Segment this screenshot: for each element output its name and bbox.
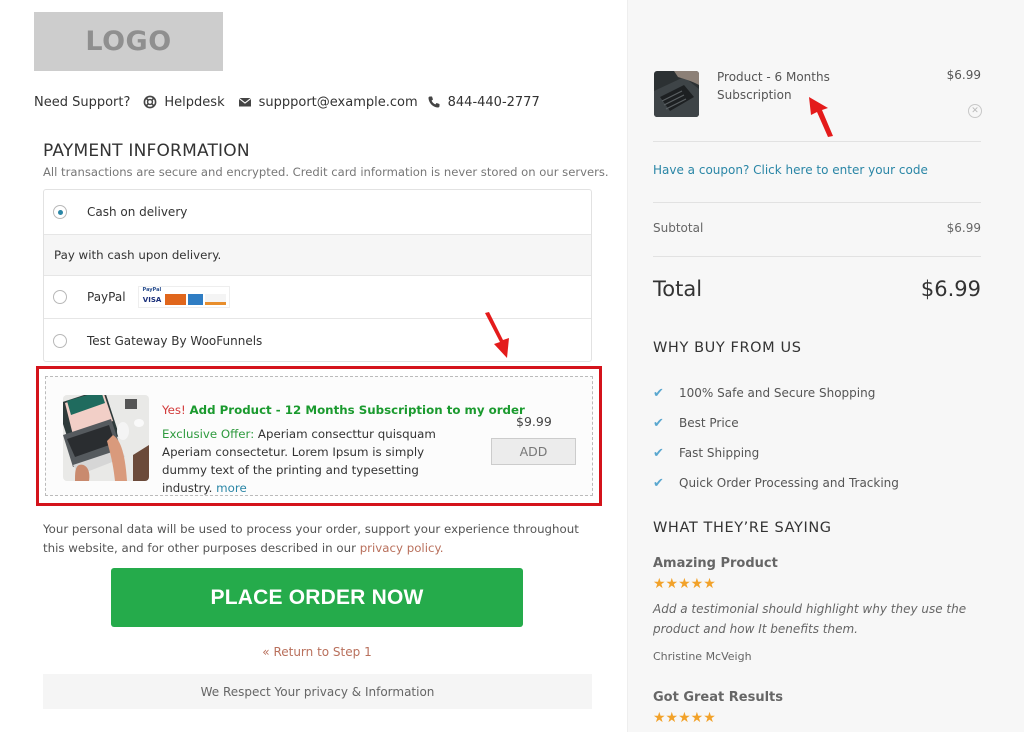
logo: LOGO [34,12,223,71]
star-rating-icon: ★★★★★ [653,576,716,592]
helpdesk-link[interactable]: Helpdesk [130,94,225,110]
place-order-button[interactable]: PLACE ORDER NOW [111,568,523,627]
star-rating-icon: ★★★★★ [653,710,716,726]
cart-product-name: Product - 6 Months Subscription [717,70,830,102]
why-buy-title: WHY BUY FROM US [653,340,802,356]
checkmark-icon: ✔ [653,415,664,431]
divider [653,256,981,257]
support-bar: Need Support? Helpdesk suppport@example.… [34,92,540,112]
support-email-link[interactable]: suppport@example.com [225,95,418,110]
discover-icon [204,294,226,305]
testimonial-body: Add a testimonial should highlight why t… [653,602,967,636]
checkmark-icon: ✔ [653,385,664,401]
cart-product-image [654,71,699,117]
why-buy-item: ✔ Quick Order Processing and Tracking [653,468,899,498]
return-to-step-link: « Return to Step 1 [0,645,634,659]
support-label: Need Support? [34,94,131,110]
order-summary-sidebar: Product - 6 Months Subscription $6.99 ✕ … [627,0,1024,732]
annotation-arrow-down-icon [485,312,509,358]
testimonial-heading: Got Great Results [653,690,783,705]
order-bump-offer-label: Exclusive Offer: [162,427,255,441]
testimonials-title: WHAT THEY’RE SAYING [653,520,832,536]
test-gateway-label: Test Gateway By WooFunnels [87,334,263,348]
helpdesk-label: Helpdesk [164,94,225,110]
support-phone: 844-440-2777 [447,94,540,110]
order-bump-headline: Yes! Add Product - 12 Months Subscriptio… [162,403,525,417]
envelope-icon [238,95,252,109]
cod-description: Pay with cash upon delivery. [44,235,591,276]
payment-subtitle: All transactions are secure and encrypte… [43,165,609,179]
order-bump: Yes! Add Product - 12 Months Subscriptio… [45,376,593,496]
phone-icon [427,95,441,109]
order-bump-title: Add Product - 12 Months Subscription to … [189,403,525,417]
why-buy-item: ✔ Fast Shipping [653,438,899,468]
remove-item-icon[interactable]: ✕ [968,104,982,118]
paypal-radio[interactable] [53,290,67,304]
annotation-arrow-up-icon [809,97,833,137]
why-buy-item: ✔ Best Price [653,408,899,438]
subtotal-label: Subtotal [653,221,704,235]
amex-icon [187,294,203,305]
support-email: suppport@example.com [258,94,418,110]
cod-radio[interactable] [53,205,67,219]
lifebuoy-icon [143,95,157,109]
cod-description-text: Pay with cash upon delivery. [54,248,222,262]
testimonial-heading: Amazing Product [653,556,778,571]
mastercard-icon [164,294,186,305]
cart-product-price: $6.99 [946,68,981,82]
total-label: Total [653,277,703,301]
why-buy-item-label: Best Price [679,416,739,430]
card-logos: PayPal VISA [137,286,230,308]
order-bump-price: $9.99 [516,414,552,429]
why-buy-item-label: Quick Order Processing and Tracking [679,476,899,490]
order-bump-product-image [63,395,149,481]
coupon-link[interactable]: Have a coupon? Click here to enter your … [653,163,928,177]
order-bump-yes: Yes! [162,403,186,417]
why-buy-item: ✔ 100% Safe and Secure Shopping [653,378,899,408]
subtotal-value: $6.99 [946,221,981,235]
privacy-respect-note: We Respect Your privacy & Information [43,674,592,709]
payment-method-cod[interactable]: Cash on delivery [44,190,591,235]
cod-label: Cash on delivery [87,205,188,219]
divider [653,141,981,142]
privacy-notice-text: Your personal data will be used to proce… [43,522,579,555]
order-bump-highlight: Yes! Add Product - 12 Months Subscriptio… [36,366,602,506]
order-bump-more-link[interactable]: more [216,481,247,495]
checkmark-icon: ✔ [653,445,664,461]
why-buy-item-label: Fast Shipping [679,446,760,460]
visa-icon: VISA [141,294,163,305]
logo-text: LOGO [85,26,172,57]
test-gateway-radio[interactable] [53,334,67,348]
why-buy-list: ✔ 100% Safe and Secure Shopping ✔ Best Pri… [653,378,899,498]
paypal-logo-icon: PayPal [142,287,162,293]
total-value: $6.99 [920,277,981,301]
order-bump-description: Exclusive Offer: Aperiam consecttur quis… [162,425,472,497]
testimonial-author: Christine McVeigh [653,650,752,663]
support-phone-link[interactable]: 844-440-2777 [418,95,540,110]
order-bump-add-button[interactable]: ADD [491,438,576,465]
payment-title: PAYMENT INFORMATION [43,141,250,161]
why-buy-item-label: 100% Safe and Secure Shopping [679,386,876,400]
checkmark-icon: ✔ [653,475,664,491]
privacy-policy-link[interactable]: privacy policy. [360,541,444,555]
privacy-notice: Your personal data will be used to proce… [43,520,603,558]
return-to-step-label[interactable]: « Return to Step 1 [262,645,371,659]
divider [653,202,981,203]
checkout-form-column: LOGO Need Support? Helpdesk suppport@exa… [0,0,627,732]
paypal-label: PayPal [87,290,126,304]
